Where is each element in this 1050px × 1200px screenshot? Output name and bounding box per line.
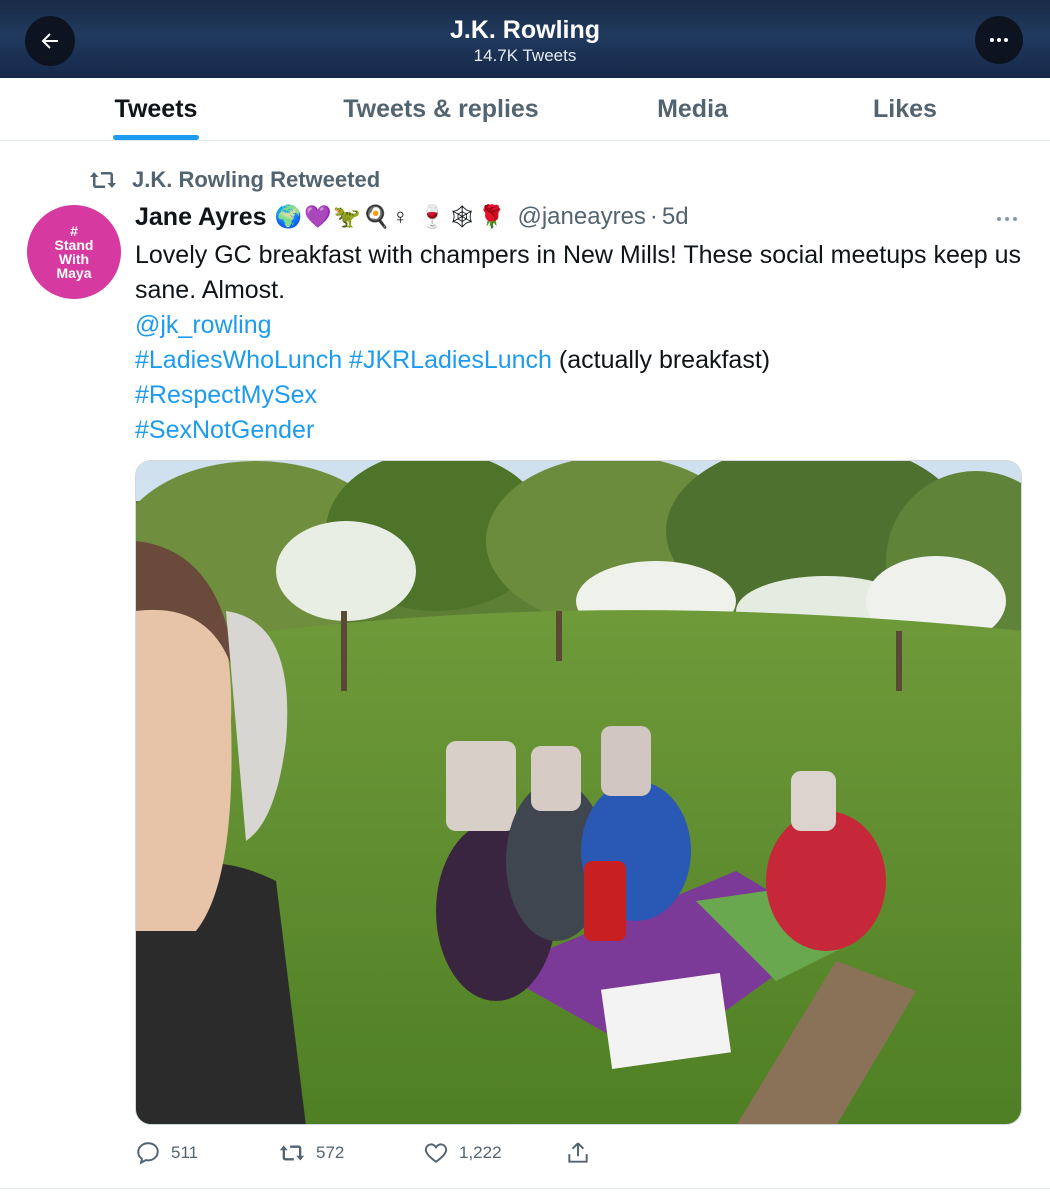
reply-icon bbox=[137, 1142, 159, 1165]
more-dots-icon bbox=[997, 217, 1017, 221]
tab-tweets[interactable]: Tweets bbox=[60, 78, 252, 140]
tweet-author-row: Jane Ayres 🌍💜🦖🍳♀ 🍷🕸🌹 @janeayres · 5d bbox=[135, 199, 689, 235]
tweet-photo[interactable] bbox=[135, 460, 1022, 1125]
more-options-button[interactable] bbox=[975, 16, 1023, 64]
hashtag-link[interactable]: #RespectMySex bbox=[135, 381, 317, 409]
tweet-time[interactable]: 5d bbox=[662, 203, 689, 231]
hashtag-link[interactable]: #SexNotGender bbox=[135, 416, 314, 444]
avatar-text-3: With bbox=[58, 251, 90, 267]
author-emojis: 🌍💜🦖🍳♀ 🍷🕸🌹 bbox=[274, 204, 508, 229]
share-icon bbox=[568, 1142, 588, 1163]
tab-tweets-label: Tweets bbox=[114, 94, 198, 123]
avatar-text-2: Stand bbox=[54, 237, 94, 253]
reply-count: 511 bbox=[171, 1143, 199, 1162]
like-count: 1,222 bbox=[459, 1143, 502, 1162]
heart-icon bbox=[424, 1143, 448, 1163]
tab-likes-label: Likes bbox=[873, 94, 937, 123]
share-button[interactable] bbox=[565, 1137, 601, 1169]
tab-tweets-replies[interactable]: Tweets & replies bbox=[312, 78, 570, 140]
retweet-label: J.K. Rowling Retweeted bbox=[132, 167, 381, 192]
profile-tabs: Tweets Tweets & replies Media Likes bbox=[0, 78, 1050, 141]
more-dots-icon bbox=[990, 38, 1008, 42]
tweet-count: 14.7K Tweets bbox=[473, 46, 577, 65]
retweet-icon bbox=[90, 172, 116, 188]
retweet-button[interactable]: 572 bbox=[278, 1137, 344, 1169]
tweet-more-button[interactable] bbox=[996, 204, 1018, 230]
mention-link[interactable]: @jk_rowling bbox=[135, 311, 272, 339]
retweet-context[interactable]: J.K. Rowling Retweeted bbox=[88, 166, 380, 194]
profile-name: J.K. Rowling bbox=[450, 16, 600, 44]
tweet-text-main: Lovely GC breakfast with champers in New… bbox=[135, 241, 1022, 304]
separator: · bbox=[649, 203, 658, 230]
tweet-text-after: (actually breakfast) bbox=[551, 346, 771, 374]
tab-likes[interactable]: Likes bbox=[845, 78, 965, 140]
profile-header: J.K. Rowling 14.7K Tweets bbox=[0, 0, 1050, 78]
like-button[interactable]: 1,222 bbox=[423, 1137, 502, 1169]
author-handle[interactable]: @janeayres bbox=[517, 203, 645, 231]
tweet-body: Lovely GC breakfast with champers in New… bbox=[135, 238, 1025, 448]
author-name[interactable]: Jane Ayres bbox=[135, 203, 267, 232]
divider bbox=[0, 1188, 1050, 1189]
avatar[interactable]: # Stand With Maya bbox=[27, 205, 121, 299]
tab-tweets-replies-label: Tweets & replies bbox=[343, 94, 539, 123]
tab-media-label: Media bbox=[657, 94, 728, 123]
active-tab-indicator bbox=[113, 135, 199, 140]
retweet-count: 572 bbox=[316, 1143, 345, 1162]
reply-button[interactable]: 511 bbox=[135, 1137, 198, 1169]
hashtag-link[interactable]: #LadiesWhoLunch bbox=[135, 346, 342, 374]
hashtag-link[interactable]: #JKRLadiesLunch bbox=[349, 346, 552, 374]
avatar-text-1: # bbox=[70, 223, 78, 239]
photo-illustration bbox=[136, 461, 1021, 1124]
tweet-actions: 511 572 1,222 bbox=[135, 1137, 735, 1169]
retweet-icon bbox=[279, 1145, 305, 1161]
avatar-text-4: Maya bbox=[56, 265, 92, 281]
tab-media[interactable]: Media bbox=[630, 78, 755, 140]
